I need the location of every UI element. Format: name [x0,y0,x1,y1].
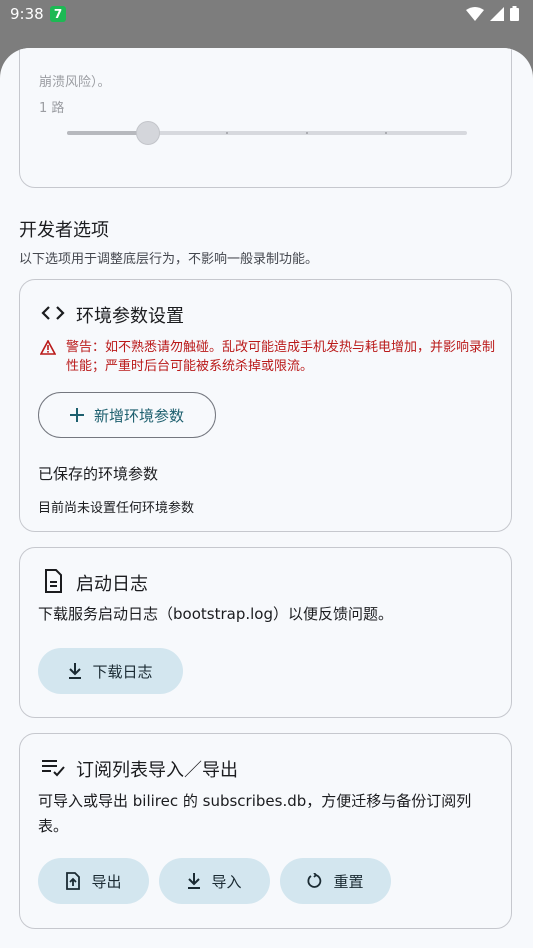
upload-icon [66,872,81,890]
download-log-label: 下载日志 [92,662,153,681]
concurrency-slider[interactable] [20,59,513,159]
warning-icon [40,340,56,355]
slider-thumb[interactable] [136,121,160,145]
plus-icon [69,408,84,422]
download-icon [69,663,82,679]
env-warning: 警告：如不熟悉请勿触碰。乱改可能造成手机发热与耗电增加，并影响录制性能；严重时后… [40,338,500,376]
status-icons [466,6,519,21]
import-button[interactable]: 导入 [159,858,270,904]
status-bar: 9:38 7 [0,0,533,32]
slider-tick [306,132,308,134]
bootstrap-log-desc: 下载服务启动日志（bootstrap.log）以便反馈问题。 [38,605,393,623]
export-label: 导出 [91,872,122,891]
add-env-param-label: 新增环境参数 [93,406,184,425]
notification-badge-icon: 7 [50,6,66,22]
bootstrap-log-card: 启动日志 下载服务启动日志（bootstrap.log）以便反馈问题。 下载日志 [19,547,512,718]
subscriptions-card: 订阅列表导入／导出 可导入或导出 bilirec 的 subscribes.db… [19,733,512,929]
signal-icon [490,6,504,21]
export-button[interactable]: 导出 [38,858,149,904]
add-env-param-button[interactable]: 新增环境参数 [38,392,216,438]
env-params-title: 环境参数设置 [76,306,184,327]
slider-active-track [67,131,147,135]
slider-tick [385,132,387,134]
reset-button[interactable]: 重置 [280,858,391,904]
saved-env-label: 已保存的环境参数 [38,465,159,483]
battery-icon [510,6,519,21]
developer-section-title: 开发者选项 [19,220,109,241]
document-icon [45,569,62,593]
download-log-button[interactable]: 下载日志 [38,648,183,694]
wifi-icon [466,6,484,21]
bootstrap-log-title: 启动日志 [76,574,148,595]
concurrency-card: 崩溃风险）。 1 路 [19,48,512,188]
refresh-icon [307,873,322,888]
env-warning-text: 警告：如不熟悉请勿触碰。乱改可能造成手机发热与耗电增加，并影响录制性能；严重时后… [66,340,496,374]
subscriptions-desc: 可导入或导出 bilirec 的 subscribes.db，方便迁移与备份订阅… [38,792,472,835]
import-label: 导入 [211,872,242,891]
bottom-sheet: 崩溃风险）。 1 路 开发者选项 以下选项用于调整底层行为，不影响一般录制功能。… [0,48,533,948]
developer-section-subtitle: 以下选项用于调整底层行为，不影响一般录制功能。 [19,252,319,267]
status-time: 9:38 [10,5,44,23]
checklist-icon [42,760,65,777]
subscriptions-title: 订阅列表导入／导出 [76,760,238,781]
slider-tick [226,132,228,134]
code-icon [41,306,65,320]
env-params-card: 环境参数设置 警告：如不熟悉请勿触碰。乱改可能造成手机发热与耗电增加，并影响录制… [19,279,512,532]
reset-label: 重置 [333,872,364,891]
saved-env-empty: 目前尚未设置任何环境参数 [38,501,195,516]
download-icon [188,873,201,889]
